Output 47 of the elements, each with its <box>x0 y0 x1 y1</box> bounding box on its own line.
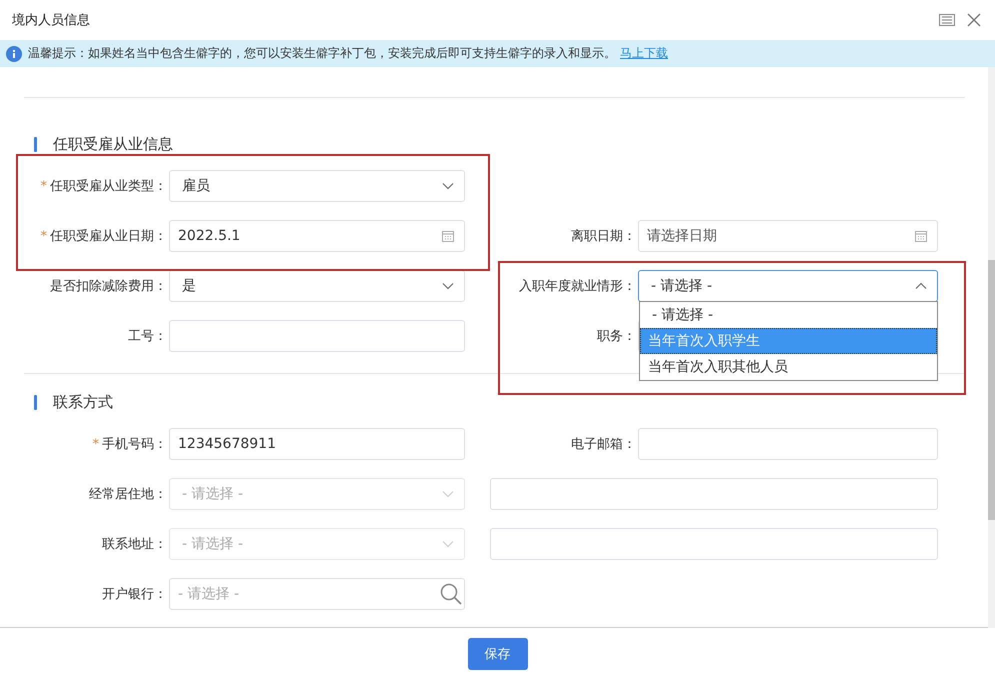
field-label: 任职受雇从业类型： <box>50 178 167 195</box>
keyboard-icon[interactable] <box>939 14 955 26</box>
search-icon <box>440 583 462 605</box>
scrollbar[interactable] <box>988 67 995 628</box>
section-marker <box>34 394 37 410</box>
select-field[interactable]: - 请选择 - <box>638 270 938 302</box>
select-field[interactable]: 是 <box>169 270 465 302</box>
chevron-up-icon <box>915 282 927 290</box>
field-label: 任职受雇从业日期： <box>50 228 167 245</box>
dropdown-option[interactable]: 当年首次入职其他人员 <box>640 354 937 380</box>
calendar-icon <box>915 230 927 242</box>
scrollbar-thumb[interactable] <box>988 260 995 520</box>
date-field[interactable]: 请选择日期 <box>638 220 938 252</box>
input-field[interactable] <box>169 320 465 352</box>
info-icon <box>6 46 22 62</box>
field-label: 职务： <box>597 328 636 345</box>
field-label: 入职年度就业情形： <box>519 278 636 295</box>
input-field[interactable] <box>490 478 938 510</box>
field-label: 是否扣除减除费用： <box>50 278 167 295</box>
notice-text: 温馨提示：如果姓名当中包含生僻字的，您可以安装生僻字补丁包，安装完成后即可支持生僻字的录入和显示。 <box>28 45 616 62</box>
chevron-down-icon <box>442 282 454 290</box>
input-field[interactable] <box>490 528 938 560</box>
input-field[interactable] <box>638 428 938 460</box>
chevron-down-icon <box>442 540 454 548</box>
required-mark: * <box>40 178 47 194</box>
chevron-down-icon <box>442 490 454 498</box>
field-label: 电子邮箱： <box>571 436 636 453</box>
required-mark: * <box>92 436 99 452</box>
field-label: 工号： <box>128 328 167 345</box>
window-title: 境内人员信息 <box>12 12 91 29</box>
section-title: 联系方式 <box>53 392 113 412</box>
calendar-icon <box>442 230 454 242</box>
section-marker <box>34 136 37 152</box>
save-button[interactable]: 保存 <box>468 638 528 670</box>
input-field[interactable]: 12345678911 <box>169 428 465 460</box>
field-label: 开户银行： <box>102 586 167 603</box>
field-label: 联系地址： <box>102 536 167 553</box>
select-field[interactable]: 雇员 <box>169 170 465 202</box>
field-label: 离职日期： <box>571 228 636 245</box>
field-label: 手机号码： <box>102 436 167 453</box>
dropdown-option[interactable]: - 请选择 - <box>640 302 937 328</box>
section-title: 任职受雇从业信息 <box>53 134 173 154</box>
required-mark: * <box>40 228 47 244</box>
close-icon[interactable] <box>967 13 981 27</box>
date-field[interactable]: 2022.5.1 <box>169 220 465 252</box>
chevron-down-icon <box>442 182 454 190</box>
field-label: 经常居住地： <box>89 486 167 503</box>
